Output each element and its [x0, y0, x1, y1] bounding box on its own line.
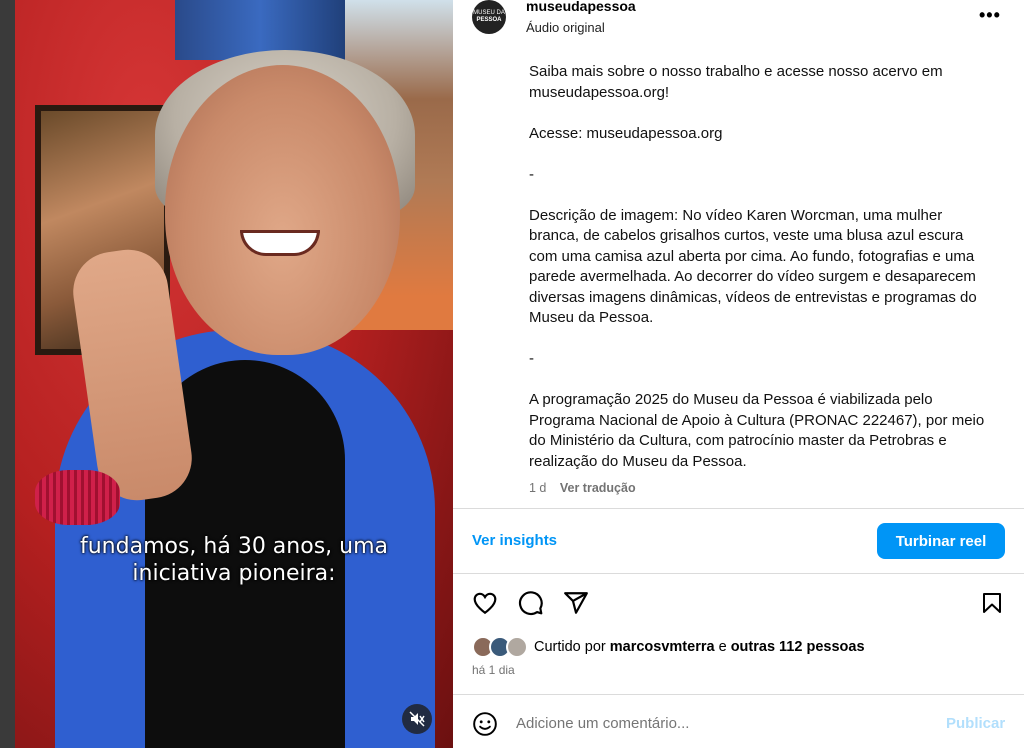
video-person-bracelet — [35, 470, 120, 525]
video-caption-line2: iniciativa pioneira: — [132, 561, 336, 586]
likes-row: Curtido por marcosvmterra e outras 112 p… — [472, 636, 1012, 658]
video-caption-line1: fundamos, há 30 anos, uma — [79, 534, 388, 559]
description-separator: - — [529, 350, 534, 367]
divider — [453, 573, 1024, 574]
liker-avatars[interactable] — [472, 636, 532, 658]
see-translation-link[interactable]: Ver tradução — [560, 481, 636, 495]
description-paragraph: A programação 2025 do Museu da Pessoa é … — [529, 391, 985, 470]
post-header: MUSEU DA PESSOA museudapessoa Áudio orig… — [453, 0, 1024, 45]
avatar[interactable]: MUSEU DA PESSOA — [472, 0, 506, 34]
bookmark-icon[interactable] — [980, 590, 1004, 616]
mute-button[interactable] — [402, 704, 432, 734]
likes-summary: Curtido por marcosvmterra e outras 112 p… — [534, 639, 865, 655]
publish-button[interactable]: Publicar — [946, 715, 1005, 732]
description-meta: 1 d Ver tradução — [529, 481, 636, 495]
description-paragraph: Acesse: museudapessoa.org — [529, 124, 723, 142]
post-panel: MUSEU DA PESSOA museudapessoa Áudio orig… — [453, 0, 1024, 748]
other-likers-link[interactable]: outras 112 pessoas — [731, 639, 865, 655]
post-description: Saiba mais sobre o nosso trabalho e aces… — [529, 62, 989, 472]
divider — [453, 694, 1024, 695]
post-actions — [453, 590, 1024, 620]
likes-joiner: e — [718, 639, 727, 655]
video-person-face — [165, 65, 400, 355]
left-backdrop — [0, 0, 15, 748]
avatar — [506, 636, 528, 658]
speaker-muted-icon — [409, 711, 425, 727]
comment-input[interactable] — [516, 715, 886, 732]
description-paragraph: Descrição de imagem: No vídeo Karen Worc… — [529, 206, 977, 327]
heart-icon[interactable] — [472, 590, 498, 616]
more-options-icon[interactable]: ••• — [979, 5, 1001, 26]
description-paragraph: Saiba mais sobre o nosso trabalho e aces… — [529, 63, 943, 101]
avatar-line2: PESSOA — [476, 17, 502, 23]
reel-video[interactable]: fundamos, há 30 anos, uma iniciativa pio… — [15, 0, 453, 748]
avatar-line1: MUSEU DA — [473, 10, 505, 16]
description-separator: - — [529, 165, 534, 183]
video-caption: fundamos, há 30 anos, uma iniciativa pio… — [15, 533, 453, 587]
liker-username-link[interactable]: marcosvmterra — [610, 639, 715, 655]
comment-row: Publicar — [453, 705, 1024, 745]
post-timestamp: há 1 dia — [472, 663, 515, 677]
share-icon[interactable] — [563, 590, 589, 616]
divider — [453, 508, 1024, 509]
username-link[interactable]: museudapessoa — [526, 0, 636, 14]
post-age: 1 d — [529, 481, 547, 495]
view-insights-link[interactable]: Ver insights — [472, 532, 557, 549]
boost-reel-button[interactable]: Turbinar reel — [877, 523, 1005, 559]
likes-prefix: Curtido por — [534, 639, 606, 655]
comment-icon[interactable] — [518, 590, 544, 616]
audio-link[interactable]: Áudio original — [526, 20, 605, 35]
emoji-icon[interactable] — [472, 711, 498, 737]
